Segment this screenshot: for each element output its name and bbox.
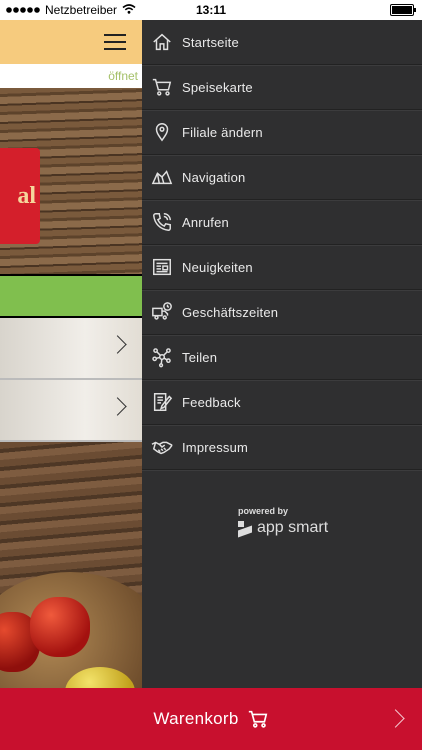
cart-button[interactable]: Warenkorb: [0, 688, 422, 750]
menu-item-speisekarte[interactable]: Speisekarte: [142, 65, 422, 110]
menu-item-label: Navigation: [182, 169, 246, 185]
menu-item-navigation[interactable]: Navigation: [142, 155, 422, 200]
signal-icon: [6, 3, 40, 17]
phone-icon: [142, 211, 182, 233]
menu-item-label: Neuigkeiten: [182, 259, 253, 275]
menu-item-label: Anrufen: [182, 214, 229, 230]
home-icon: [142, 31, 182, 53]
newspaper-icon: [142, 256, 182, 278]
menu-item-label: Teilen: [182, 349, 218, 365]
pepper-image: [30, 597, 90, 657]
carrier-name: Netzbetreiber: [45, 3, 118, 17]
list-item[interactable]: [0, 380, 142, 442]
location-pin-icon: [142, 121, 182, 143]
menu-item-label: Impressum: [182, 439, 249, 455]
shopping-cart-icon: [247, 708, 269, 730]
menu-item-anrufen[interactable]: Anrufen: [142, 200, 422, 245]
logo-text: al: [17, 182, 36, 209]
menu-item-label: Speisekarte: [182, 79, 253, 95]
list-item[interactable]: [0, 318, 142, 380]
powered-by-block[interactable]: powered by app smart: [238, 506, 328, 537]
chevron-right-icon: [108, 335, 127, 354]
menu-item-impressum[interactable]: Impressum: [142, 425, 422, 470]
menu-item-geschaeftszeiten[interactable]: Geschäftszeiten: [142, 290, 422, 335]
brand-logo: app smart: [238, 519, 328, 537]
map-icon: [142, 166, 182, 188]
menu-item-teilen[interactable]: Teilen: [142, 335, 422, 380]
battery-level: [392, 6, 412, 14]
app-content-behind-menu: öffnet al: [0, 20, 142, 688]
app-smart-logo-icon: [238, 521, 252, 535]
chevron-right-icon: [386, 709, 405, 728]
cart-label: Warenkorb: [153, 709, 239, 728]
opening-status-text: öffnet: [108, 69, 138, 83]
menu-item-startseite[interactable]: Startseite: [142, 20, 422, 65]
brand-name: app smart: [257, 519, 329, 536]
restaurant-logo: al: [0, 148, 40, 244]
side-menu: Startseite Speisekarte Filiale ändern Na…: [142, 20, 422, 688]
green-banner[interactable]: [0, 276, 142, 316]
cart-icon: [142, 76, 182, 98]
food-image: [0, 442, 142, 688]
hamburger-menu-icon[interactable]: [104, 34, 126, 50]
handshake-icon: [142, 436, 182, 458]
menu-item-filiale-aendern[interactable]: Filiale ändern: [142, 110, 422, 155]
wifi-icon: [122, 3, 136, 17]
menu-item-label: Startseite: [182, 34, 239, 50]
powered-by-text: powered by: [238, 506, 289, 516]
status-bar: Netzbetreiber 13:11: [0, 0, 422, 20]
delivery-clock-icon: [142, 301, 182, 323]
menu-item-feedback[interactable]: Feedback: [142, 380, 422, 425]
chevron-right-icon: [108, 397, 127, 416]
opening-status-strip: öffnet: [0, 64, 142, 89]
battery-icon: [390, 4, 416, 16]
share-icon: [142, 346, 182, 368]
app-header: [0, 20, 142, 64]
menu-item-neuigkeiten[interactable]: Neuigkeiten: [142, 245, 422, 290]
menu-item-label: Filiale ändern: [182, 124, 263, 140]
menu-item-label: Geschäftszeiten: [182, 304, 279, 320]
menu-item-label: Feedback: [182, 394, 241, 410]
feedback-icon: [142, 391, 182, 413]
